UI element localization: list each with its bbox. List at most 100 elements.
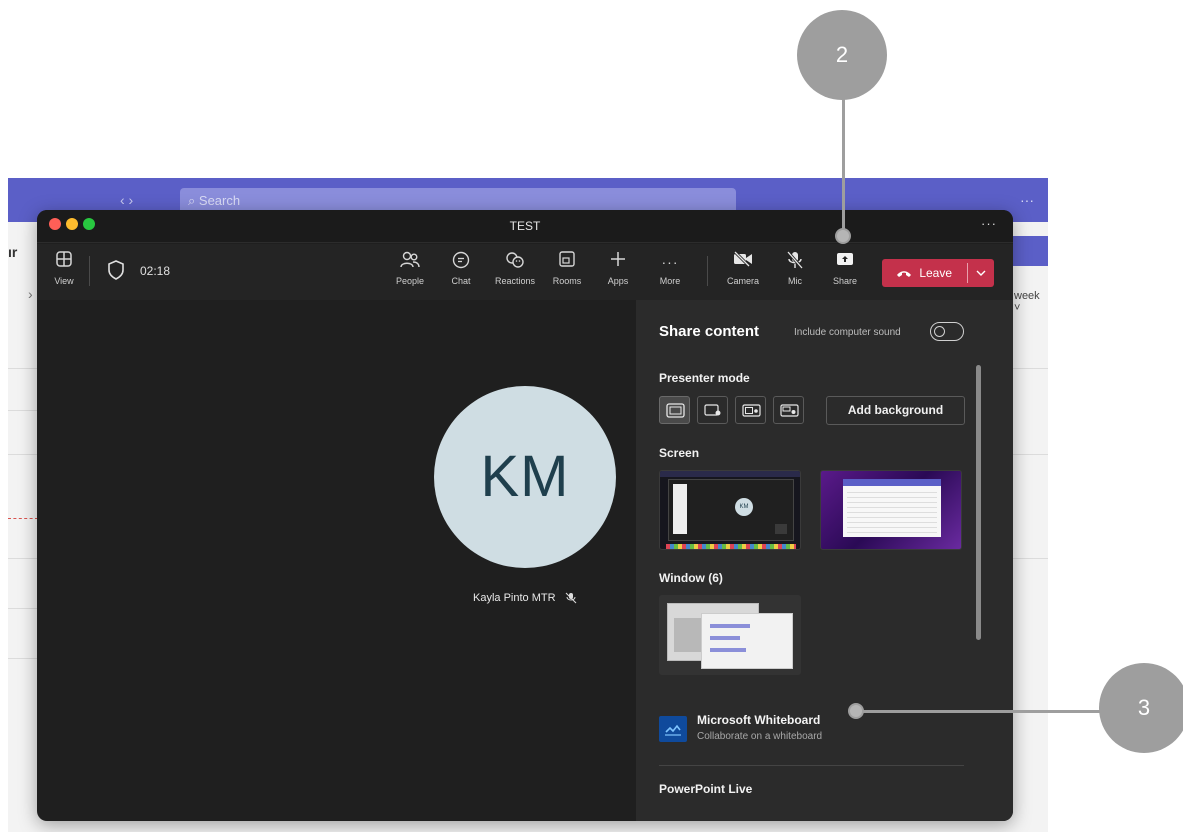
background-time-indicator <box>8 518 38 519</box>
share-label: Share <box>832 276 858 286</box>
callout-2-dot <box>835 228 851 244</box>
callout-2-line <box>842 98 845 234</box>
mic-label: Mic <box>788 276 802 286</box>
toolbar-divider <box>89 256 90 286</box>
thumb-sidebar <box>673 484 687 534</box>
whiteboard-subtitle: Collaborate on a whiteboard <box>697 731 823 742</box>
window-title: TEST <box>509 219 541 233</box>
whiteboard-icon <box>659 716 687 742</box>
reactions-icon <box>490 250 540 274</box>
reporter-icon <box>780 404 799 417</box>
thumb-line <box>710 636 740 640</box>
chat-button[interactable]: Chat <box>438 250 484 286</box>
chat-icon <box>438 250 484 274</box>
camera-off-icon <box>720 250 766 274</box>
leave-options-chevron-down-icon[interactable] <box>968 259 994 287</box>
view-button[interactable]: View <box>41 250 87 286</box>
window-more-icon[interactable]: ··· <box>981 216 997 231</box>
thumb-front-window <box>701 613 793 669</box>
panel-divider <box>659 765 964 766</box>
screen-thumbnail-2[interactable] <box>820 470 962 550</box>
view-label: View <box>54 276 74 286</box>
background-divider <box>1013 454 1048 455</box>
shield-icon[interactable] <box>107 260 125 285</box>
thumb-line <box>710 648 746 652</box>
panel-scroll-column <box>988 300 1013 700</box>
camera-button[interactable]: Camera <box>720 250 766 286</box>
rooms-icon <box>544 250 590 274</box>
meeting-window: TEST ··· View 02:18 People Chat Reaction… <box>37 210 1013 821</box>
background-right-button[interactable] <box>1013 236 1048 266</box>
share-icon <box>822 250 868 274</box>
search-icon: ⌕ <box>188 193 199 208</box>
meeting-timer: 02:18 <box>140 264 171 278</box>
thumb-spreadsheet-rows <box>847 489 937 533</box>
thumb-spreadsheet <box>843 479 941 537</box>
muted-mic-icon <box>559 592 577 604</box>
more-label: More <box>659 276 681 286</box>
toggle-knob <box>934 326 945 337</box>
plus-icon <box>595 250 641 274</box>
window-thumbnail[interactable] <box>659 595 801 675</box>
rooms-label: Rooms <box>552 276 582 286</box>
leave-label: Leave <box>919 266 953 280</box>
screenshot-stage: ‹ › ⌕ Search ··· ır › week ˅ TEST ··· Vi… <box>0 0 1183 832</box>
thumb-avatar: KM <box>735 498 753 516</box>
callout-3-line <box>860 710 1105 713</box>
background-divider <box>8 368 38 369</box>
background-more-icon[interactable]: ··· <box>1020 192 1034 208</box>
reactions-label: Reactions <box>494 276 536 286</box>
apps-button[interactable]: Apps <box>595 250 641 286</box>
share-button[interactable]: Share <box>822 250 868 286</box>
background-chevron-right-icon[interactable]: › <box>28 286 33 302</box>
leave-button[interactable]: Leave <box>882 259 966 287</box>
background-divider <box>1013 558 1048 559</box>
people-button[interactable]: People <box>387 250 433 286</box>
include-sound-label: Include computer sound <box>794 327 901 338</box>
window-section-label: Window (6) <box>659 571 723 585</box>
mic-button[interactable]: Mic <box>772 250 818 286</box>
screen-thumbnail-1[interactable]: KM <box>659 470 801 550</box>
whiteboard-title[interactable]: Microsoft Whiteboard <box>697 713 820 727</box>
callout-3-dot <box>848 703 864 719</box>
background-nav-arrows[interactable]: ‹ › <box>120 192 133 208</box>
background-divider <box>8 410 38 411</box>
screen-section-label: Screen <box>659 446 700 460</box>
presenter-mode-label: Presenter mode <box>659 371 750 385</box>
thumb-dock <box>666 544 796 549</box>
chat-label: Chat <box>451 276 471 286</box>
rooms-button[interactable]: Rooms <box>544 250 590 286</box>
toolbar-divider <box>707 256 708 286</box>
presenter-mode-side-by-side[interactable] <box>735 396 766 424</box>
presenter-mode-reporter[interactable] <box>773 396 804 424</box>
powerpoint-live-label[interactable]: PowerPoint Live <box>659 782 752 796</box>
background-divider <box>8 558 38 559</box>
thumb-self-view <box>775 524 787 534</box>
background-divider <box>1013 368 1048 369</box>
presenter-mode-content-only[interactable] <box>659 396 690 424</box>
window-titlebar: TEST ··· <box>37 210 1013 243</box>
thumb-spreadsheet-header <box>843 479 941 486</box>
background-week-selector[interactable]: week ˅ <box>1014 290 1048 314</box>
include-sound-toggle[interactable] <box>930 322 964 341</box>
standout-icon <box>704 404 721 416</box>
camera-label: Camera <box>726 276 759 286</box>
people-icon <box>387 250 433 274</box>
reactions-button[interactable]: Reactions <box>490 250 540 286</box>
grid-icon <box>41 250 87 274</box>
image-placeholder-icon <box>674 618 702 652</box>
background-search-placeholder: Search <box>198 193 241 208</box>
phone-hangup-icon <box>896 266 919 280</box>
background-divider <box>8 454 38 455</box>
share-content-panel: Share content Include computer sound Pre… <box>636 300 1013 821</box>
panel-scrollbar[interactable] <box>976 365 981 640</box>
add-background-button[interactable]: Add background <box>826 396 965 425</box>
apps-label: Apps <box>607 276 629 286</box>
participant-avatar: KM <box>434 386 616 568</box>
more-button[interactable]: ··· More <box>647 250 693 286</box>
background-divider <box>8 658 38 659</box>
presenter-mode-standout[interactable] <box>697 396 728 424</box>
share-content-body: Share content Include computer sound Pre… <box>636 300 988 821</box>
leave-button-group: Leave <box>882 259 994 287</box>
callout-2-badge: 2 <box>797 10 887 100</box>
